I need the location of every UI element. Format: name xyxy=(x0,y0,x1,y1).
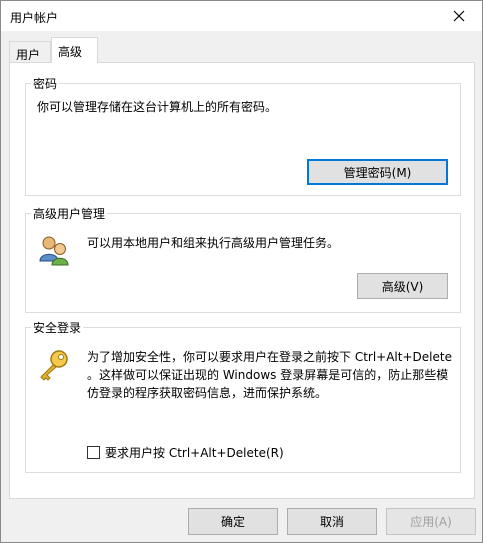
key-icon xyxy=(40,350,68,381)
secure-logon-description-line2: 。这样做可以保证出现的 Windows 登录屏幕是可信的，防止那些模 xyxy=(87,368,449,382)
window-title: 用户帐户 xyxy=(10,11,59,25)
apply-button[interactable]: 应用(A) xyxy=(386,508,476,535)
manage-passwords-button[interactable]: 管理密码(M) xyxy=(307,159,448,185)
user-accounts-dialog: 用户帐户 用户 高级 密码 你可以管理存储在这台计算机上的所有密码。 管理密码(… xyxy=(0,0,483,543)
checkbox-box[interactable] xyxy=(87,446,100,459)
tab-users[interactable]: 用户 xyxy=(9,41,51,62)
close-button[interactable] xyxy=(436,1,482,31)
close-icon xyxy=(453,10,465,22)
ok-button[interactable]: 确定 xyxy=(188,508,278,535)
password-description: 你可以管理存储在这台计算机上的所有密码。 xyxy=(37,100,278,114)
tab-advanced[interactable]: 高级 xyxy=(51,37,98,63)
password-group-title: 密码 xyxy=(31,75,60,92)
secure-logon-title: 安全登录 xyxy=(31,319,84,336)
tab-panel-advanced: 密码 你可以管理存储在这台计算机上的所有密码。 管理密码(M) 高级用户管理 可… xyxy=(9,62,475,499)
advanced-user-management-group: 高级用户管理 可以用本地用户和组来执行高级用户管理任务。 高级(V) xyxy=(25,205,461,313)
advanced-user-management-title: 高级用户管理 xyxy=(31,205,108,222)
password-group: 密码 你可以管理存储在这台计算机上的所有密码。 管理密码(M) xyxy=(25,75,461,196)
secure-logon-description-line3: 仿登录的程序获取密码信息，进而保护系统。 xyxy=(87,386,328,400)
secure-logon-description-line1: 为了增加安全性，你可以要求用户在登录之前按下 Ctrl+Alt+Delete xyxy=(87,350,452,364)
title-bar: 用户帐户 xyxy=(1,1,482,31)
require-ctrl-alt-delete-checkbox[interactable]: 要求用户按 Ctrl+Alt+Delete(R) xyxy=(87,444,284,461)
secure-logon-group: 安全登录 为了增加安全性，你可以要求用户在登录之前按下 Ctrl+Alt+Del… xyxy=(25,319,461,473)
checkbox-label: 要求用户按 Ctrl+Alt+Delete(R) xyxy=(105,446,284,460)
advanced-button[interactable]: 高级(V) xyxy=(357,273,448,299)
advanced-user-management-description: 可以用本地用户和组来执行高级用户管理任务。 xyxy=(87,236,340,250)
users-icon xyxy=(39,236,69,266)
cancel-button[interactable]: 取消 xyxy=(287,508,377,535)
